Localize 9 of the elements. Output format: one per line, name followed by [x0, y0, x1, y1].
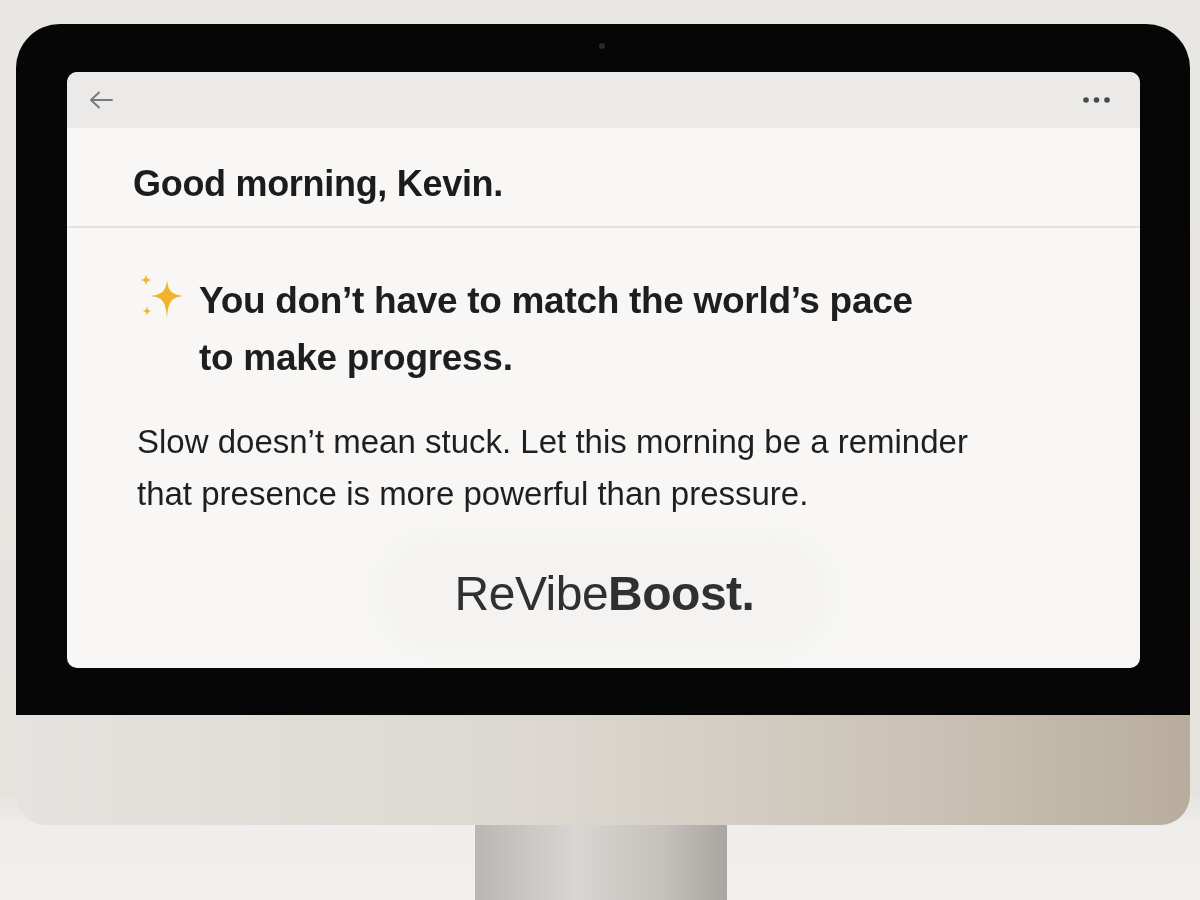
more-icon: [1083, 97, 1110, 103]
webcam-icon: [599, 43, 605, 49]
greeting-heading: Good morning, Kevin.: [133, 162, 503, 206]
brand-logo: ReVibeBoost.: [384, 544, 825, 644]
message-text: Slow doesn’t mean stuck. Let this morning be a reminder that presence is more powerful than pressure.: [137, 422, 969, 514]
headline: You don’t have to match the world’s pace to make progress.: [199, 279, 914, 380]
more-button[interactable]: [1083, 97, 1110, 103]
back-button[interactable]: [89, 91, 113, 109]
back-arrow-icon: [89, 91, 113, 109]
